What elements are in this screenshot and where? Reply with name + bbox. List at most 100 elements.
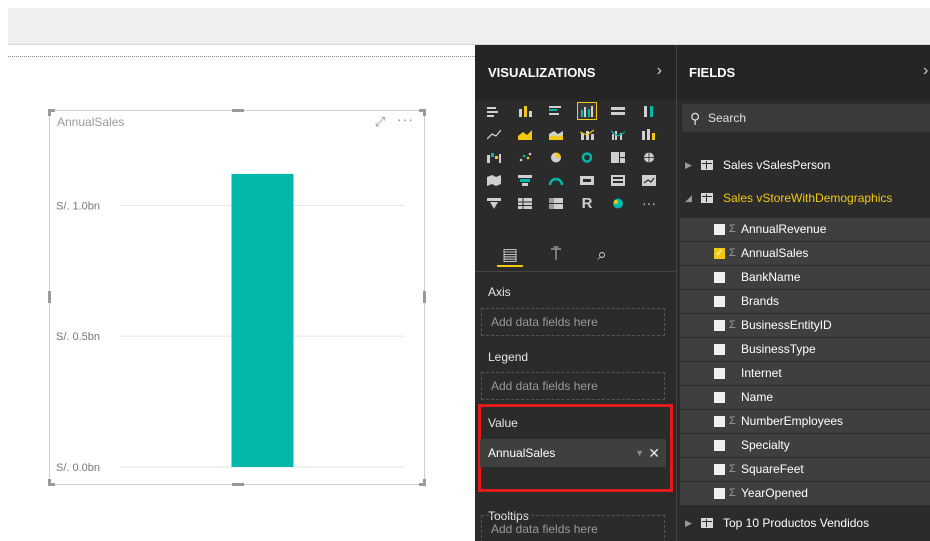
field-row-annualsales[interactable]: ✓ Σ AnnualSales	[680, 241, 930, 265]
field-checkbox[interactable]	[714, 368, 725, 379]
100-stacked-column-chart-icon[interactable]	[639, 102, 659, 120]
stacked-area-chart-icon[interactable]	[546, 125, 566, 143]
expand-arrow-icon[interactable]: ▶	[685, 153, 692, 177]
table-icon[interactable]	[515, 194, 535, 212]
expand-chevron-icon[interactable]: ›	[923, 62, 928, 80]
chart-plot-area: S/. 0.0bn S/. 0.5bn S/. 1.0bn	[56, 173, 405, 474]
slicer-icon[interactable]	[484, 194, 504, 212]
field-name: BusinessEntityID	[741, 318, 832, 332]
waterfall-chart-icon[interactable]	[484, 148, 504, 166]
field-row-yearopened[interactable]: Σ YearOpened	[680, 481, 930, 505]
line-and-stacked-column-chart-icon[interactable]	[577, 125, 597, 143]
value-field-pill[interactable]: AnnualSales ▼ ✕	[480, 439, 666, 467]
sigma-icon: Σ	[729, 247, 736, 259]
treemap-icon[interactable]	[608, 148, 628, 166]
fields-search-input[interactable]: ⚲ Search	[682, 104, 930, 132]
remove-field-close-icon[interactable]: ✕	[648, 439, 660, 467]
collapse-chevron-icon[interactable]: ›	[657, 62, 662, 80]
table-name: Sales vSalesPerson	[723, 158, 831, 172]
field-name: Brands	[741, 294, 780, 308]
field-checkbox[interactable]	[714, 416, 725, 427]
field-checkbox[interactable]	[714, 440, 725, 451]
visualizations-title: VISUALIZATIONS	[488, 65, 596, 80]
field-checkbox-checked[interactable]: ✓	[714, 248, 725, 259]
field-name: Name	[741, 390, 774, 404]
field-row-businessentityid[interactable]: Σ BusinessEntityID	[680, 313, 930, 337]
expand-arrow-icon[interactable]: ▶	[685, 511, 692, 535]
map-globe-icon[interactable]	[639, 148, 659, 166]
search-icon: ⚲	[690, 110, 701, 126]
field-checkbox[interactable]	[714, 488, 725, 499]
field-row-businesstype[interactable]: BusinessType	[680, 337, 930, 361]
r-script-visual-icon[interactable]: R	[577, 194, 597, 212]
value-well-label: Value	[488, 416, 518, 430]
field-checkbox[interactable]	[714, 344, 725, 355]
visualization-tabs: ▤ ⍑ ⌕	[475, 238, 676, 272]
legend-drop-zone[interactable]: Add data fields here	[481, 372, 665, 400]
stacked-bar-chart-icon[interactable]	[484, 102, 504, 120]
field-name: SquareFeet	[741, 462, 804, 476]
line-chart-icon[interactable]	[484, 125, 504, 143]
field-checkbox[interactable]	[714, 320, 725, 331]
donut-chart-icon[interactable]	[577, 148, 597, 166]
stacked-column-chart-icon[interactable]	[515, 102, 535, 120]
y-tick-label: S/. 0.5bn	[56, 331, 100, 343]
field-row-specialty[interactable]: Specialty	[680, 433, 930, 457]
pie-chart-icon[interactable]	[546, 148, 566, 166]
legend-well-label: Legend	[488, 350, 529, 364]
field-row-brands[interactable]: Brands	[680, 289, 930, 313]
matrix-icon[interactable]	[546, 194, 566, 212]
area-chart-icon[interactable]	[515, 125, 535, 143]
chart-bar[interactable]	[231, 173, 294, 467]
search-placeholder: Search	[708, 111, 747, 125]
clustered-bar-chart-icon[interactable]	[546, 102, 566, 120]
field-checkbox[interactable]	[714, 392, 725, 403]
tooltips-drop-zone[interactable]: Add data fields here	[481, 515, 665, 541]
funnel-icon[interactable]	[515, 171, 535, 189]
100-stacked-bar-chart-icon[interactable]	[608, 102, 628, 120]
field-list: Σ AnnualRevenue ✓ Σ AnnualSales BankName Br…	[680, 217, 930, 505]
field-row-bankname[interactable]: BankName	[680, 265, 930, 289]
format-paint-roller-icon[interactable]: ⍑	[543, 243, 569, 267]
field-checkbox[interactable]	[714, 296, 725, 307]
column-chart-visual[interactable]: AnnualSales ⤢ ··· S/. 0.0bn S/. 0.5bn S/. …	[48, 109, 426, 486]
more-visuals-icon[interactable]: ···	[639, 194, 659, 212]
table-icon	[701, 160, 713, 170]
collapse-arrow-icon[interactable]: ◢	[685, 186, 692, 210]
kpi-icon[interactable]	[639, 171, 659, 189]
field-row-numberemployees[interactable]: Σ NumberEmployees	[680, 409, 930, 433]
fields-pane: FIELDS › ⚲ Search ▶ Sales vSalesPerson ◢…	[676, 45, 930, 541]
field-row-name[interactable]: Name	[680, 385, 930, 409]
field-name: YearOpened	[741, 486, 808, 500]
field-row-squarefeet[interactable]: Σ SquareFeet	[680, 457, 930, 481]
axis-drop-zone[interactable]: Add data fields here	[481, 308, 665, 336]
scatter-chart-icon[interactable]	[515, 148, 535, 166]
table-name: Top 10 Productos Vendidos	[723, 516, 870, 530]
field-checkbox[interactable]	[714, 224, 725, 235]
gauge-icon[interactable]	[546, 171, 566, 189]
fields-tab-icon[interactable]: ▤	[497, 243, 523, 267]
table-row-sales-vstorewithdemographics[interactable]: ◢ Sales vStoreWithDemographics	[677, 186, 930, 210]
arcgis-map-icon[interactable]	[608, 194, 628, 212]
field-dropdown-chevron-icon[interactable]: ▼	[635, 439, 644, 467]
card-icon[interactable]	[577, 171, 597, 189]
field-checkbox[interactable]	[714, 272, 725, 283]
field-row-annualrevenue[interactable]: Σ AnnualRevenue	[680, 217, 930, 241]
visualizations-header: VISUALIZATIONS ›	[475, 45, 676, 100]
axis-well-label: Axis	[488, 285, 511, 299]
field-name: AnnualRevenue	[741, 222, 827, 236]
multi-row-card-icon[interactable]	[608, 171, 628, 189]
sigma-icon: Σ	[729, 319, 736, 331]
table-row-sales-vsalesperson[interactable]: ▶ Sales vSalesPerson	[677, 153, 930, 177]
clustered-column-chart-icon[interactable]	[577, 102, 597, 120]
sigma-icon: Σ	[729, 487, 736, 499]
line-and-clustered-column-chart-icon[interactable]	[608, 125, 628, 143]
field-checkbox[interactable]	[714, 464, 725, 475]
filled-map-icon[interactable]	[484, 171, 504, 189]
ribbon-chart-icon[interactable]	[639, 125, 659, 143]
field-name: BankName	[741, 270, 801, 284]
table-row-top-10-productos-vendidos[interactable]: ▶ Top 10 Productos Vendidos	[677, 511, 930, 535]
fields-header: FIELDS ›	[677, 45, 930, 100]
field-row-internet[interactable]: Internet	[680, 361, 930, 385]
analytics-magnifier-icon[interactable]: ⌕	[589, 243, 615, 267]
